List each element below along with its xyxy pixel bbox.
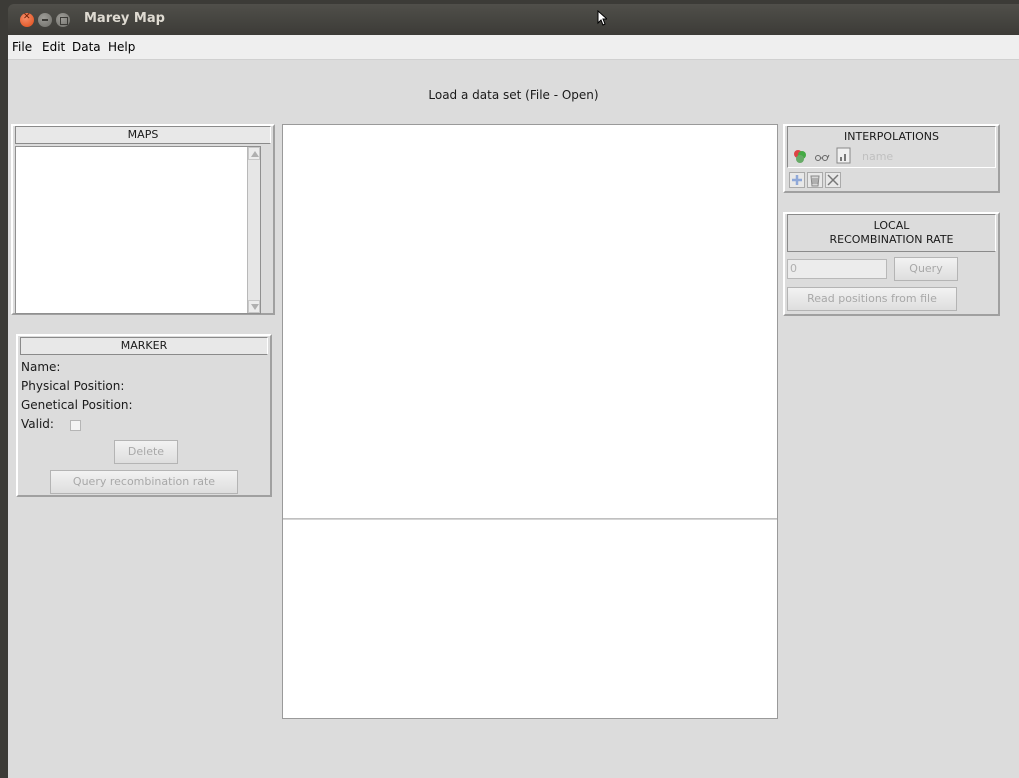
menu-edit[interactable]: Edit [42, 40, 65, 54]
interpolations-header: INTERPOLATIONS name [787, 126, 996, 168]
interpolation-color-icon[interactable] [792, 148, 808, 164]
mouse-cursor-icon [597, 10, 607, 26]
minimize-window-button[interactable] [38, 13, 52, 27]
glasses-icon[interactable] [814, 148, 830, 164]
app-window: File Edit Data Help Load a data set (Fil… [8, 35, 1019, 778]
menu-bar: File Edit Data Help [8, 35, 1019, 60]
maps-list[interactable] [15, 146, 261, 314]
chart-document-icon[interactable] [836, 147, 852, 164]
query-recombination-rate-button[interactable]: Query recombination rate [50, 470, 238, 494]
close-window-button[interactable] [20, 12, 34, 27]
recombination-position-input[interactable]: 0 [787, 259, 887, 279]
recombination-title-line1: LOCAL [873, 219, 910, 232]
scroll-down-arrow-icon[interactable] [248, 300, 260, 313]
recombination-title-line2: RECOMBINATION RATE [829, 233, 954, 246]
tools-icon[interactable] [825, 172, 841, 188]
marker-name-label: Name: [21, 360, 61, 374]
scroll-up-arrow-icon[interactable] [248, 147, 260, 160]
plot-area[interactable] [282, 124, 778, 719]
window-title: Marey Map [84, 11, 165, 26]
marker-genetical-position-label: Genetical Position: [21, 398, 133, 412]
delete-interpolation-trash-icon[interactable] [807, 172, 823, 188]
marker-valid-checkbox[interactable] [70, 420, 81, 431]
status-message: Load a data set (File - Open) [428, 88, 599, 102]
menu-file[interactable]: File [12, 40, 32, 54]
marker-panel-title: MARKER [20, 337, 268, 355]
menu-data[interactable]: Data [72, 40, 101, 54]
menu-help[interactable]: Help [108, 40, 135, 54]
marker-panel: MARKER Name: Physical Position: Genetica… [16, 334, 272, 497]
query-recombination-button[interactable]: Query [894, 257, 958, 281]
maps-list-scrollbar[interactable] [247, 147, 260, 313]
marker-valid-label: Valid: [21, 417, 54, 431]
window-titlebar: Marey Map [8, 4, 1019, 35]
recombination-rate-panel-title: LOCAL RECOMBINATION RATE [787, 214, 996, 252]
maps-panel-title: MAPS [15, 126, 271, 144]
interpolations-panel-title: INTERPOLATIONS [844, 130, 939, 143]
plot-divider[interactable] [283, 518, 777, 520]
maximize-window-button[interactable] [56, 13, 70, 27]
delete-marker-button[interactable]: Delete [114, 440, 178, 464]
add-interpolation-icon[interactable] [789, 172, 805, 188]
marker-physical-position-label: Physical Position: [21, 379, 125, 393]
recombination-rate-panel: LOCAL RECOMBINATION RATE 0 Query Read po… [783, 212, 1000, 316]
interpolations-panel: INTERPOLATIONS name [783, 124, 1000, 193]
read-positions-from-file-button[interactable]: Read positions from file [787, 287, 957, 311]
maps-panel: MAPS [11, 124, 275, 315]
interpolation-name-placeholder: name [862, 150, 894, 163]
